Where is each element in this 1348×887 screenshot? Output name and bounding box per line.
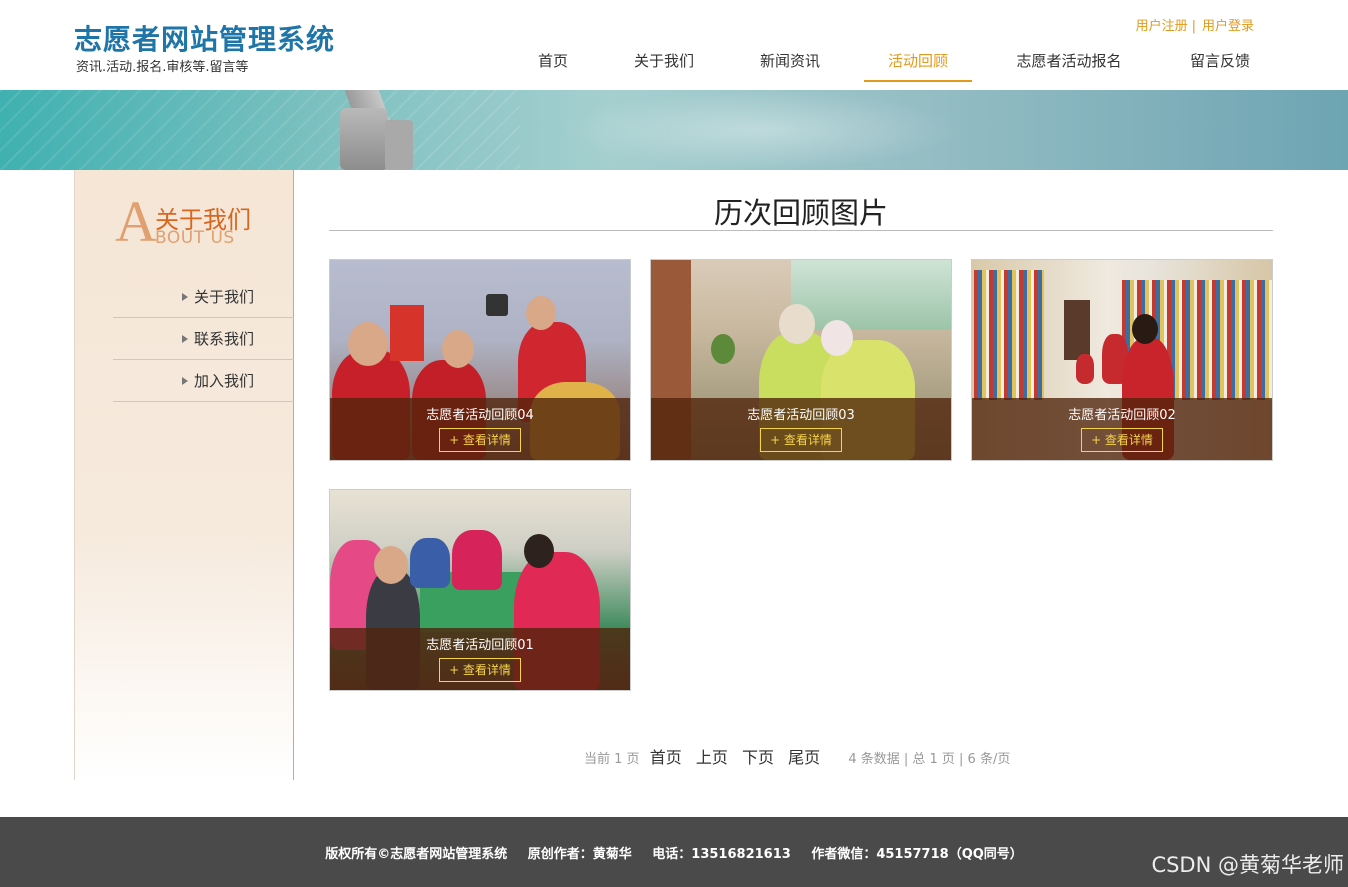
- volunteer-head: [348, 322, 388, 366]
- volunteer-figure: [452, 530, 502, 590]
- nav-item-volunteer-signup[interactable]: 志愿者活动报名: [1000, 48, 1138, 82]
- pager-last[interactable]: 尾页: [788, 748, 820, 767]
- sidebar-item-label: 加入我们: [193, 372, 254, 390]
- triangle-right-icon: [181, 377, 188, 385]
- banner-glow: [560, 90, 960, 170]
- footer-phone: 电话：13516821613: [652, 847, 791, 862]
- view-details-button[interactable]: + 查看详情: [760, 428, 842, 452]
- child-figure: [410, 538, 450, 588]
- pager-current: 当前 1 页: [584, 752, 640, 767]
- volunteer-head: [821, 320, 853, 356]
- review-card[interactable]: 志愿者活动回顾04 + 查看详情: [329, 259, 631, 461]
- triangle-right-icon: [181, 335, 188, 343]
- card-caption: 志愿者活动回顾03: [747, 408, 855, 423]
- sidebar-item-label: 联系我们: [193, 330, 254, 348]
- top-links: 用户注册 | 用户登录: [1136, 15, 1254, 34]
- banner-pattern: [0, 90, 520, 170]
- sidebar-item-label: 关于我们: [193, 288, 254, 306]
- volunteer-head: [442, 330, 474, 368]
- volunteer-head: [524, 534, 554, 568]
- review-card[interactable]: 志愿者活动回顾01 + 查看详情: [329, 489, 631, 691]
- footer-author: 原创作者：黄菊华: [527, 847, 632, 862]
- footer-wechat: 作者微信：45157718（QQ同号）: [811, 847, 1023, 862]
- page-title: 历次回顾图片: [713, 196, 888, 230]
- sidebar-subtitle: BOUT US: [155, 228, 235, 248]
- card-caption: 志愿者活动回顾04: [426, 408, 534, 423]
- plant-decoration: [711, 334, 735, 364]
- footer-copyright: 版权所有©志愿者网站管理系统: [325, 847, 508, 862]
- child-figure: [1076, 354, 1094, 384]
- sidebar-big-letter: A: [115, 189, 157, 254]
- window-view: [791, 260, 951, 330]
- site-footer: 版权所有©志愿者网站管理系统 原创作者：黄菊华 电话：13516821613 作…: [0, 817, 1348, 887]
- volunteer-head: [526, 296, 556, 330]
- review-card[interactable]: 志愿者活动回顾03 + 查看详情: [650, 259, 952, 461]
- banner-image: [0, 90, 1348, 170]
- sidebar: A 关于我们 BOUT US 关于我们 联系我们 加入我们: [74, 170, 294, 780]
- view-details-button[interactable]: + 查看详情: [439, 658, 521, 682]
- nav-item-about[interactable]: 关于我们: [624, 48, 704, 82]
- top-links-separator: |: [1191, 19, 1196, 34]
- view-details-button[interactable]: + 查看详情: [439, 428, 521, 452]
- wall-clock: [486, 294, 508, 316]
- title-divider: [329, 230, 1273, 231]
- nav-item-home[interactable]: 首页: [522, 48, 584, 82]
- site-subtitle: 资讯.活动.报名.审核等.留言等: [76, 60, 249, 75]
- pager-first[interactable]: 首页: [650, 748, 682, 767]
- site-header: 志愿者网站管理系统 资讯.活动.报名.审核等.留言等 用户注册 | 用户登录 首页 …: [0, 0, 1348, 90]
- volunteer-head: [779, 304, 815, 344]
- footer-info: 版权所有©志愿者网站管理系统 原创作者：黄菊华 电话：13516821613 作…: [0, 843, 1348, 862]
- review-card[interactable]: 志愿者活动回顾02 + 查看详情: [971, 259, 1273, 461]
- volunteer-head: [1132, 314, 1158, 344]
- nav-item-news[interactable]: 新闻资讯: [750, 48, 830, 82]
- sidebar-item-join[interactable]: 加入我们: [113, 360, 294, 402]
- pager-next[interactable]: 下页: [742, 748, 774, 767]
- pagination: 当前 1 页 首页 上页 下页 尾页 4 条数据 | 总 1 页 | 6 条/页: [584, 744, 1010, 768]
- robot-arm-base: [340, 108, 388, 170]
- card-caption: 志愿者活动回顾02: [1068, 408, 1176, 423]
- triangle-right-icon: [181, 293, 188, 301]
- csdn-watermark: CSDN @黄菊华老师: [1151, 853, 1344, 877]
- card-caption: 志愿者活动回顾01: [426, 638, 534, 653]
- view-details-button[interactable]: + 查看详情: [1081, 428, 1163, 452]
- nav-item-activity-review[interactable]: 活动回顾: [864, 48, 972, 82]
- pager-info: 4 条数据 | 总 1 页 | 6 条/页: [848, 752, 1011, 767]
- pager-prev[interactable]: 上页: [696, 748, 728, 767]
- child-head: [374, 546, 408, 584]
- site-title[interactable]: 志愿者网站管理系统: [74, 18, 335, 58]
- sidebar-item-contact[interactable]: 联系我们: [113, 318, 294, 360]
- bookshelf: [974, 270, 1044, 400]
- sidebar-item-about[interactable]: 关于我们: [113, 276, 294, 318]
- robot-arm-joint: [385, 120, 413, 170]
- sidebar-menu: 关于我们 联系我们 加入我们: [113, 276, 294, 402]
- doorway: [1064, 300, 1090, 360]
- nav-item-feedback[interactable]: 留言反馈: [1180, 48, 1260, 82]
- register-link[interactable]: 用户注册: [1136, 19, 1188, 34]
- login-link[interactable]: 用户登录: [1202, 19, 1254, 34]
- calendar-decoration: [390, 305, 424, 361]
